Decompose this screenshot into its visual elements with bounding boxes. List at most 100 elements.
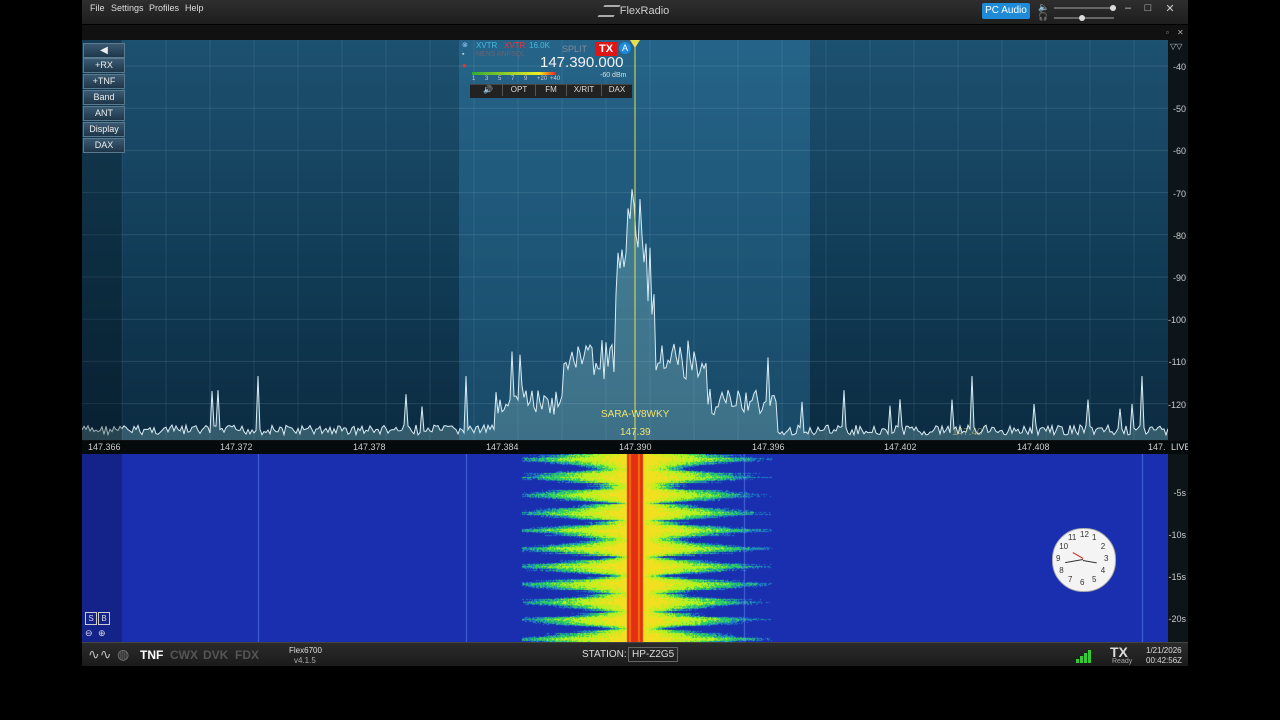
clock-second-hand — [1072, 552, 1084, 559]
mode-fm-button[interactable]: FM — [536, 84, 567, 96]
tx-state: Ready — [1112, 658, 1133, 665]
waterfall-time-label: -10s — [1168, 530, 1186, 540]
tnf-toggle[interactable]: TNF — [140, 648, 163, 662]
frequency-tick-label: 147.408 — [1017, 442, 1050, 452]
rx-antenna-label[interactable]: XVTR — [476, 41, 497, 50]
waterfall-time-label: -15s — [1168, 572, 1186, 582]
frequency-tick-label: 147.366 — [88, 442, 121, 452]
clock-number: 6 — [1080, 578, 1085, 587]
spot-frequency[interactable]: 147.39 — [620, 427, 651, 438]
zoom-out-icon[interactable]: ⊖ — [85, 628, 93, 639]
dbm-scale[interactable]: ▽▽ -40 -50 -60 -70 -80 -90 -100 -110 -120 — [1168, 40, 1188, 440]
flexradio-logo-icon — [597, 5, 621, 18]
zoom-in-icon[interactable]: ⊕ — [98, 628, 106, 639]
frequency-tick-label: 147.378 — [353, 442, 386, 452]
live-label: LIVE — [1171, 442, 1188, 452]
band-button[interactable]: Band — [83, 90, 125, 105]
panel-restore-icon[interactable]: ▫ — [1166, 28, 1169, 37]
title-bar: File Settings Profiles Help FlexRadio PC… — [82, 0, 1188, 25]
s-meter-tick: 1 — [472, 76, 476, 82]
add-tnf-button[interactable]: +TNF — [83, 74, 125, 89]
s-meter-tick: +20 — [537, 76, 548, 82]
station-label: STATION: — [582, 649, 627, 660]
headphone-icon[interactable]: 🎧 — [1038, 12, 1048, 21]
split-label[interactable]: SPLIT — [562, 44, 587, 54]
b-button[interactable]: B — [98, 612, 110, 625]
app-title-text: FlexRadio — [619, 5, 670, 17]
clock-hour-hand — [1082, 560, 1097, 564]
tx-antenna-label[interactable]: XVTR — [504, 41, 525, 50]
collapse-arrow-button[interactable]: ◀ — [83, 43, 125, 58]
dbm-label: -80 — [1172, 230, 1186, 241]
clock-number: 9 — [1056, 554, 1061, 563]
slice-flag-a[interactable]: ⊗ XVTR XVTR 16.0K SPLIT TX A ▪ NENS ANFS… — [462, 40, 632, 98]
panadapter-left-panel: ◀ +RX +TNF Band ANT Display DAX — [82, 40, 125, 440]
waterfall-display[interactable] — [82, 454, 1168, 642]
dax-button[interactable]: DAX — [83, 138, 125, 153]
slice-dax-button[interactable]: DAX — [602, 84, 632, 96]
waterfall-time-label: -20s — [1168, 614, 1186, 624]
cwx-toggle[interactable]: CWX — [170, 648, 198, 662]
add-rx-button[interactable]: +RX — [83, 58, 125, 73]
pc-audio-button[interactable]: PC Audio — [982, 3, 1030, 19]
waveform-icon[interactable]: ∿∿ — [88, 646, 111, 663]
status-bar: ∿∿ ◍ TNF CWX DVK FDX Flex6700 v4.1.5 STA… — [82, 642, 1188, 666]
panadapter[interactable] — [82, 40, 1168, 440]
scale-down-arrow-icon[interactable]: ▽▽ — [1170, 42, 1182, 51]
record-icon[interactable]: ● — [462, 61, 467, 70]
frequency-tick-label: 147.384 — [486, 442, 519, 452]
s-meter-tick: 3 — [485, 76, 489, 82]
mute-speaker-icon[interactable]: 🔊 — [474, 84, 503, 96]
panel-close-icon[interactable]: ✕ — [1177, 28, 1184, 37]
headphone-volume-slider[interactable] — [1054, 15, 1114, 21]
lock-icon[interactable]: ▪ — [462, 51, 464, 58]
clock-minute-hand — [1065, 559, 1083, 564]
clock-number: 2 — [1100, 542, 1106, 551]
signal-strength-icon — [1076, 649, 1096, 663]
radio-model: Flex6700 — [289, 646, 322, 655]
spot-callsign[interactable]: SARA-W8WKY — [601, 409, 669, 420]
slice-frequency[interactable]: 147.390.000 — [540, 54, 623, 71]
dbm-label: -50 — [1172, 104, 1186, 115]
wifi-icon[interactable]: ◍ — [117, 646, 129, 663]
speaker-volume-slider[interactable] — [1054, 5, 1116, 11]
frequency-tick-label: 147. — [1148, 442, 1166, 452]
s-meter-tick: 5 — [498, 76, 502, 82]
xrit-button[interactable]: X/RIT — [567, 84, 602, 96]
s-meter-scale: 1 3 5 7 9 +20 +40 — [472, 76, 582, 84]
clock-number: 5 — [1092, 574, 1097, 584]
ant-button[interactable]: ANT — [83, 106, 125, 121]
s-meter-tick: 7 — [511, 76, 515, 82]
filter-width-label[interactable]: 16.0K — [529, 41, 550, 50]
s-meter-tick: +40 — [550, 76, 561, 82]
spectrum-display[interactable] — [82, 40, 1168, 440]
opt-button[interactable]: OPT — [503, 84, 536, 96]
s-button[interactable]: S — [85, 612, 97, 625]
dbm-label: -120 — [1167, 399, 1186, 410]
frequency-scale[interactable]: 147.366 147.372 147.378 147.384 147.390 147.3… — [82, 441, 1188, 454]
dbm-label: -70 — [1172, 188, 1186, 199]
signal-level: -60 dBm — [600, 72, 627, 79]
radio-version: v4.1.5 — [294, 656, 316, 665]
waterfall-canvas[interactable] — [82, 454, 1168, 642]
clock-number: 12 — [1080, 530, 1089, 539]
clock-number: 4 — [1100, 566, 1106, 575]
clock-number: 7 — [1068, 574, 1073, 584]
frequency-tick-label: 147.396 — [752, 442, 785, 452]
minimize-button[interactable]: – — [1120, 2, 1136, 14]
maximize-button[interactable]: □ — [1140, 2, 1156, 14]
utc-time: 00:42:56Z — [1146, 656, 1183, 665]
spot-ghost-frequency[interactable]: 147.40 — [952, 427, 983, 438]
dbm-label: -60 — [1172, 146, 1186, 157]
dvk-toggle[interactable]: DVK — [203, 648, 228, 662]
display-button[interactable]: Display — [83, 122, 125, 137]
slice-letter-badge[interactable]: A — [619, 42, 631, 54]
clock-number: 3 — [1104, 554, 1109, 563]
s-meter-tick: 9 — [524, 76, 528, 82]
flexradio-window: File Settings Profiles Help FlexRadio PC… — [82, 0, 1188, 666]
close-button[interactable]: ✕ — [1162, 2, 1178, 15]
clock-number: 11 — [1068, 533, 1077, 543]
station-name[interactable]: HP-Z2G5 — [628, 647, 679, 662]
s-meter-bar — [472, 72, 556, 75]
fdx-toggle[interactable]: FDX — [235, 648, 259, 662]
